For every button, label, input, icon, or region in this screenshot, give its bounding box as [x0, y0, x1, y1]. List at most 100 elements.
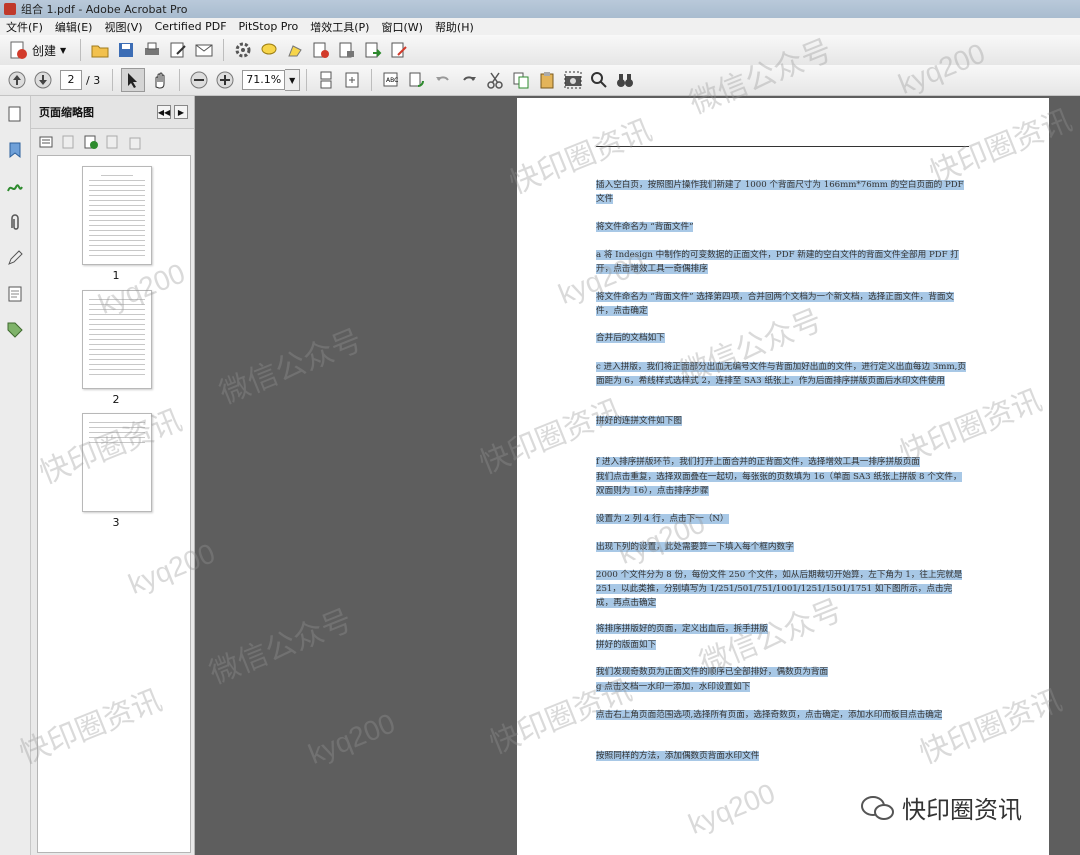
svg-text:ABC: ABC	[386, 77, 398, 84]
zoom-input[interactable]: 71.1%	[242, 70, 286, 90]
folder-open-icon	[91, 45, 109, 58]
scroll-mode-button[interactable]	[315, 69, 337, 91]
select-tool-button[interactable]	[121, 68, 146, 92]
document-paragraph: 将文件命名为 “背面文件”	[596, 222, 694, 232]
remove-button[interactable]	[310, 39, 332, 61]
menu-pitstop-pro[interactable]: PitStop Pro	[233, 20, 305, 33]
hand-icon	[155, 72, 165, 89]
advanced-search-button[interactable]	[614, 69, 636, 91]
document-paragraph: 将文件命名为 “背面文件” 选择第四项，合并回两个文档为一个新文档，选择正面文件…	[596, 292, 955, 316]
rotate-pages-icon[interactable]	[105, 134, 121, 150]
email-button[interactable]	[193, 39, 215, 61]
previous-page-button[interactable]	[6, 69, 28, 91]
signature-icon	[7, 184, 23, 192]
print-button[interactable]	[141, 39, 163, 61]
sign-page-icon	[391, 42, 407, 58]
logo-text: 快印圈资讯	[902, 796, 1022, 824]
page-thumbnail-2[interactable]	[82, 290, 152, 389]
menu-plugins[interactable]: 增效工具(P)	[304, 19, 375, 35]
comment-button[interactable]	[258, 39, 280, 61]
open-button[interactable]	[89, 39, 111, 61]
panel-options-button[interactable]: ▶	[174, 105, 188, 119]
page-scroll-icon	[320, 71, 332, 89]
floppy-disk-icon	[119, 43, 134, 57]
clipboard-icon	[540, 72, 554, 89]
double-left-arrow-icon: ◀◀	[157, 107, 171, 117]
binoculars-icon	[617, 74, 634, 87]
zoom-in-button[interactable]	[214, 69, 236, 91]
tags-tab[interactable]	[0, 312, 30, 348]
copy-icon	[513, 72, 529, 89]
menu-certified-pdf[interactable]: Certified PDF	[149, 20, 233, 33]
pages-icon	[8, 106, 21, 122]
document-paragraph: 我们点击重复，选择双面叠在一起切，每张张的页数填为 16（单面 SA3 纸张上拼…	[596, 472, 962, 496]
search-button[interactable]	[588, 69, 610, 91]
zoom-dropdown[interactable]: ▼	[285, 69, 301, 91]
create-button[interactable]: 创建 ▼	[8, 40, 66, 60]
trash-icon[interactable]	[127, 134, 143, 150]
page-thumbnails-tab[interactable]	[0, 96, 30, 132]
snapshot-button[interactable]	[562, 69, 584, 91]
thumbnail-label-3: 3	[112, 516, 120, 529]
arrow-down-circle-icon	[34, 71, 52, 89]
redo-button[interactable]	[458, 69, 480, 91]
settings-button[interactable]	[232, 39, 254, 61]
wechat-icon	[861, 795, 894, 820]
create-pdf-icon	[10, 41, 27, 59]
rotate-button[interactable]	[406, 69, 428, 91]
navigation-toolbar: 2 / 3 71.1% ▼ ABC	[0, 65, 1080, 96]
panel-title: 页面缩略图	[39, 106, 94, 119]
document-paragraph: 我们发现奇数页为正面文件的顺序已全部排好，偶数页为背面	[596, 667, 829, 677]
document-paragraph: a 将 Indesign 中制作的可变数据的正面文件，PDF 新建的空白文件的背…	[596, 250, 959, 274]
menu-help[interactable]: 帮助(H)	[429, 19, 480, 35]
document-paragraph: 合并后的文档如下	[596, 333, 665, 343]
menu-edit[interactable]: 编辑(E)	[49, 19, 99, 35]
zoom-out-button[interactable]	[188, 69, 210, 91]
insert-pages-icon[interactable]	[83, 134, 99, 150]
navigation-pane-strip	[0, 96, 31, 855]
bookmarks-tab[interactable]	[0, 132, 30, 168]
highlight-button[interactable]	[284, 39, 306, 61]
document-paragraph: 出现下列的设置，此处需要算一下填入每个框内数字	[596, 542, 794, 552]
toolbar-separator	[223, 39, 225, 61]
menu-file[interactable]: 文件(F)	[0, 19, 49, 35]
redo-icon	[463, 76, 477, 81]
options-menu-icon[interactable]	[39, 134, 55, 150]
document-page: 插入空白页，按照图片操作我们新建了 1000 个背面尺寸为 166mm*76mm…	[517, 98, 1049, 855]
search-icon	[591, 72, 607, 88]
comments-tab[interactable]	[0, 240, 30, 276]
fit-page-button[interactable]	[341, 69, 363, 91]
toolbar-separator	[80, 39, 82, 61]
delete-pages-icon[interactable]	[61, 134, 77, 150]
menu-bar: 文件(F) 编辑(E) 视图(V) Certified PDF PitStop …	[0, 18, 1080, 35]
sign-button[interactable]	[388, 39, 410, 61]
save-button[interactable]	[115, 39, 137, 61]
paste-button[interactable]	[536, 69, 558, 91]
panel-splitter[interactable]	[195, 96, 198, 855]
next-page-button[interactable]	[32, 69, 54, 91]
menu-window[interactable]: 窗口(W)	[375, 19, 428, 35]
document-paragraph: c 进入拼版，我们将正面部分出血无编号文件与背面加好出血的文件，进行定义出血每边…	[596, 362, 966, 386]
undo-button[interactable]	[432, 69, 454, 91]
cut-button[interactable]	[484, 69, 506, 91]
attachments-tab[interactable]	[0, 204, 30, 240]
page-thumbnail-1[interactable]	[82, 166, 152, 265]
edit-button[interactable]	[167, 39, 189, 61]
hand-tool-button[interactable]	[149, 69, 171, 91]
document-paragraph: 2000 个文件分为 8 份，每份文件 250 个文件，如从后期裁切开始算，左下…	[596, 570, 963, 608]
document-paragraph: 插入空白页，按照图片操作我们新建了 1000 个背面尺寸为 166mm*76mm…	[596, 180, 964, 204]
chevron-down-icon: ▼	[60, 45, 67, 55]
menu-view[interactable]: 视图(V)	[98, 19, 148, 35]
document-paragraph: 拼好的版面如下	[596, 640, 657, 650]
page-number-input[interactable]: 2	[60, 70, 82, 90]
signatures-tab[interactable]	[0, 168, 30, 204]
secure-button[interactable]	[336, 39, 358, 61]
content-tab[interactable]	[0, 276, 30, 312]
copy-button[interactable]	[510, 69, 532, 91]
read-aloud-button[interactable]: ABC	[380, 69, 402, 91]
collapse-panel-button[interactable]: ◀◀	[157, 105, 171, 119]
page-thumbnail-3[interactable]	[82, 413, 152, 512]
edit-page-icon	[170, 42, 186, 58]
export-button[interactable]	[362, 39, 384, 61]
lock-page-icon	[339, 42, 355, 58]
